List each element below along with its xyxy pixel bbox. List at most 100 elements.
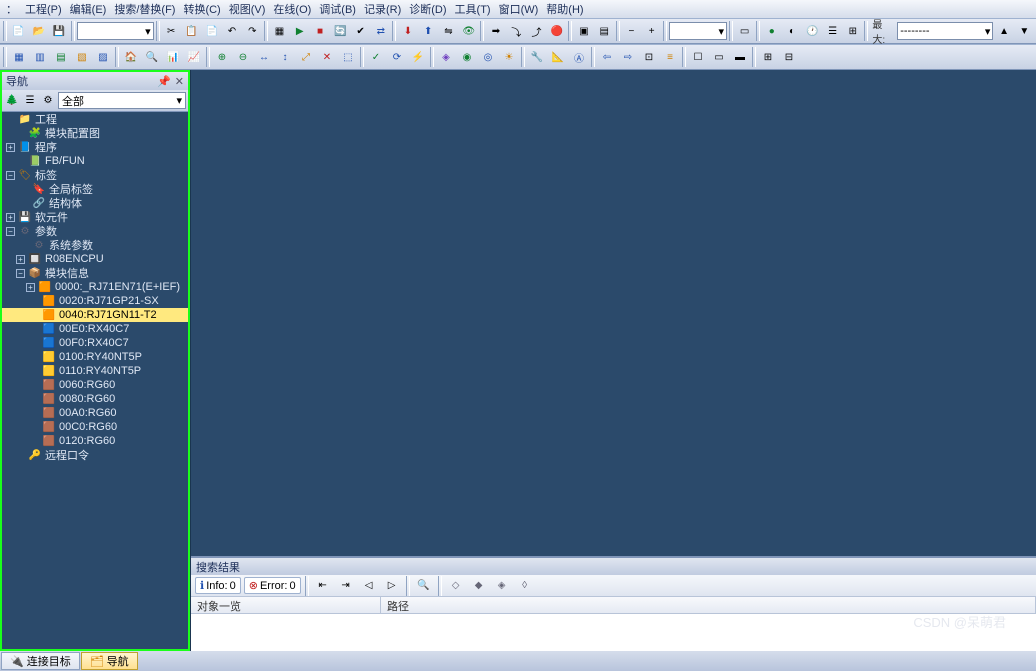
t2-19-icon[interactable]: ⚡ — [408, 47, 428, 67]
sync-icon[interactable]: ⇄ — [371, 21, 390, 41]
sr-b1-icon[interactable]: ◇ — [446, 576, 466, 596]
clock-icon[interactable]: 🕐 — [803, 21, 822, 41]
save-icon[interactable]: 💾 — [49, 21, 68, 41]
tree-item[interactable]: 📁工程 — [2, 112, 188, 126]
max-dropdown[interactable]: --------▾ — [897, 22, 993, 40]
menu-item[interactable]: 转换(C) — [179, 1, 224, 17]
t2-14-icon[interactable]: ⤢ — [296, 47, 316, 67]
stop-icon[interactable]: ■ — [310, 21, 329, 41]
menu-item[interactable]: 调试(B) — [315, 1, 360, 17]
status-tab-connection[interactable]: 🔌 连接目标 — [1, 652, 80, 670]
tree-item[interactable]: 🟫0120:RG60 — [2, 434, 188, 448]
tree-item[interactable]: −🏷标签 — [2, 168, 188, 182]
expand-icon[interactable]: − — [6, 171, 15, 180]
tree-item[interactable]: 🟦00F0:RX40C7 — [2, 336, 188, 350]
menu-item[interactable]: 记录(R) — [360, 1, 405, 17]
upload-icon[interactable]: ⬆ — [419, 21, 438, 41]
t2-26-icon[interactable]: Ⓐ — [569, 47, 589, 67]
sr-prev-icon[interactable]: ⇤ — [313, 576, 333, 596]
tree-item[interactable]: 📗FB/FUN — [2, 154, 188, 168]
menu-item[interactable]: 搜索/替换(F) — [110, 1, 179, 17]
zoom-out-icon[interactable]: − — [622, 21, 641, 41]
t2-28-icon[interactable]: ⇨ — [618, 47, 638, 67]
window-tile-icon[interactable]: ▣ — [574, 21, 593, 41]
tree-item[interactable]: ⚙系统参数 — [2, 238, 188, 252]
t2-7-icon[interactable]: 🔍 — [142, 47, 162, 67]
tree-item[interactable]: +💾软元件 — [2, 210, 188, 224]
tree-item[interactable]: +🔲R08ENCPU — [2, 252, 188, 266]
new-icon[interactable]: 📄 — [9, 21, 28, 41]
sr-next-icon[interactable]: ⇥ — [336, 576, 356, 596]
window-cascade-icon[interactable]: ▤ — [595, 21, 614, 41]
tree-item[interactable]: 🟧0040:RJ71GN11-T2 — [2, 308, 188, 322]
nav-filter-select[interactable]: 全部▾ — [58, 92, 186, 109]
paste-icon[interactable]: 📄 — [202, 21, 221, 41]
t2-16-icon[interactable]: ⬚ — [338, 47, 358, 67]
download-icon[interactable]: ⬇ — [398, 21, 417, 41]
menu-item[interactable]: 视图(V) — [225, 1, 270, 17]
menu-item[interactable]: 工具(T) — [451, 1, 495, 17]
t2-8-icon[interactable]: 📊 — [163, 47, 183, 67]
tree-item[interactable]: 🔖全局标签 — [2, 182, 188, 196]
col-path[interactable]: 路径 — [381, 597, 1036, 613]
grid-icon[interactable]: ▦ — [270, 21, 289, 41]
expand-icon[interactable]: − — [6, 227, 15, 236]
monitor-icon[interactable]: 👁 — [459, 21, 478, 41]
t2-31-icon[interactable]: ☐ — [688, 47, 708, 67]
debug-step-icon[interactable]: ➡ — [486, 21, 505, 41]
tree-item[interactable]: 🟨0100:RY40NT5P — [2, 350, 188, 364]
t2-5-icon[interactable]: ▨ — [93, 47, 113, 67]
t2-33-icon[interactable]: ▬ — [730, 47, 750, 67]
rect-icon[interactable]: ▭ — [735, 21, 754, 41]
max-down-icon[interactable]: ▼ — [1015, 21, 1034, 41]
t2-21-icon[interactable]: ◉ — [457, 47, 477, 67]
nav-tree-icon[interactable]: 🌲 — [4, 93, 20, 109]
tree-item[interactable]: 🔗结构体 — [2, 196, 188, 210]
expand-icon[interactable]: + — [6, 213, 15, 222]
nav-tree[interactable]: 📁工程🧩模块配置图+📘程序📗FB/FUN−🏷标签🔖全局标签🔗结构体+💾软元件−⚙… — [2, 112, 188, 649]
tree-item[interactable]: 🟫0060:RG60 — [2, 378, 188, 392]
status-tab-nav[interactable]: 🗂 导航 — [81, 652, 138, 670]
error-badge[interactable]: ⊗ Error:0 — [244, 577, 301, 594]
t2-18-icon[interactable]: ⟳ — [387, 47, 407, 67]
sr-b3-icon[interactable]: ◈ — [492, 576, 512, 596]
toolbar-dropdown-1[interactable]: ▾ — [77, 22, 154, 40]
tree-item[interactable]: −📦模块信息 — [2, 266, 188, 280]
expand-icon[interactable]: − — [16, 269, 25, 278]
t2-23-icon[interactable]: ☀ — [499, 47, 519, 67]
nav-gear-icon[interactable]: ⚙ — [40, 93, 56, 109]
t2-1-icon[interactable]: ▦ — [9, 47, 29, 67]
t2-13-icon[interactable]: ↕ — [275, 47, 295, 67]
expand-icon[interactable]: + — [6, 143, 15, 152]
copy-icon[interactable]: 📋 — [182, 21, 201, 41]
debug-out-icon[interactable]: ⤴ — [527, 21, 546, 41]
tree-item[interactable]: 🔑远程口令 — [2, 448, 188, 462]
expand-icon[interactable]: + — [16, 255, 25, 264]
t2-6-icon[interactable]: 🏠 — [121, 47, 141, 67]
list-icon[interactable]: ☰ — [823, 21, 842, 41]
t2-34-icon[interactable]: ⊞ — [758, 47, 778, 67]
nav-close-icon[interactable]: ✕ — [175, 75, 184, 88]
t2-29-icon[interactable]: ⊡ — [639, 47, 659, 67]
t2-32-icon[interactable]: ▭ — [709, 47, 729, 67]
menu-item[interactable]: 工程(P) — [21, 1, 66, 17]
run-icon[interactable]: ● — [762, 21, 781, 41]
t2-24-icon[interactable]: 🔧 — [527, 47, 547, 67]
t2-3-icon[interactable]: ▤ — [51, 47, 71, 67]
menu-item[interactable]: 窗口(W) — [495, 1, 543, 17]
t2-25-icon[interactable]: 📐 — [548, 47, 568, 67]
tree-item[interactable]: 🟫00A0:RG60 — [2, 406, 188, 420]
check-icon[interactable]: ✔ — [351, 21, 370, 41]
expand-icon[interactable]: + — [26, 283, 35, 292]
menu-item[interactable]: 诊断(D) — [405, 1, 450, 17]
sr-b4-icon[interactable]: ◊ — [515, 576, 535, 596]
rebuild-icon[interactable]: 🔄 — [331, 21, 350, 41]
t2-12-icon[interactable]: ↔ — [254, 47, 274, 67]
tree-item[interactable]: +📘程序 — [2, 140, 188, 154]
pause-icon[interactable]: ◐ — [782, 21, 801, 41]
tree-item[interactable]: 🟫0080:RG60 — [2, 392, 188, 406]
props-icon[interactable]: ⊞ — [843, 21, 862, 41]
tree-item[interactable]: +🟧0000:_RJ71EN71(E+IEF) — [2, 280, 188, 294]
compare-icon[interactable]: ⇋ — [439, 21, 458, 41]
nav-pin-icon[interactable]: 📌 — [157, 75, 171, 88]
